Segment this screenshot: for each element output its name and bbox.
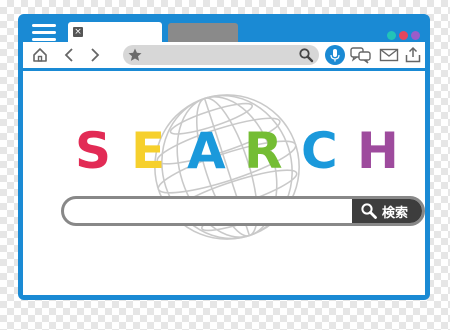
title-letter-c: C <box>301 122 338 180</box>
search-title: S E A R C H <box>23 123 425 179</box>
title-letter-a: A <box>187 122 226 180</box>
microphone-icon[interactable] <box>325 45 345 65</box>
tab-close-icon[interactable]: × <box>73 27 83 37</box>
home-icon[interactable] <box>31 46 49 64</box>
search-input[interactable] <box>74 199 358 223</box>
mail-icon[interactable] <box>379 46 399 64</box>
share-icon[interactable] <box>404 46 422 64</box>
search-button-label: 検索 <box>382 206 409 221</box>
title-letter-r: R <box>244 122 283 180</box>
title-letter-h: H <box>357 122 399 180</box>
browser-window: × S E A R C H 検索 <box>18 14 430 300</box>
window-dot-red[interactable] <box>399 31 408 40</box>
tab-inactive[interactable] <box>168 23 238 42</box>
page-content: S E A R C H 検索 <box>23 71 425 295</box>
search-button[interactable]: 検索 <box>352 199 422 223</box>
address-bar[interactable] <box>123 45 319 65</box>
chevron-left-icon[interactable] <box>61 46 79 64</box>
search-box: 検索 <box>61 196 425 226</box>
browser-toolbar <box>23 42 425 68</box>
title-letter-s: S <box>75 122 112 180</box>
address-search-icon[interactable] <box>298 47 314 63</box>
star-icon[interactable] <box>127 47 143 63</box>
window-dot-teal[interactable] <box>387 31 396 40</box>
title-letter-e: E <box>131 122 166 180</box>
window-dot-purple[interactable] <box>411 31 420 40</box>
chevron-right-icon[interactable] <box>85 46 103 64</box>
tab-active[interactable]: × <box>68 22 162 42</box>
menu-icon[interactable] <box>32 24 56 42</box>
chat-bubbles-icon[interactable] <box>350 46 372 64</box>
magnifier-icon <box>361 203 377 219</box>
